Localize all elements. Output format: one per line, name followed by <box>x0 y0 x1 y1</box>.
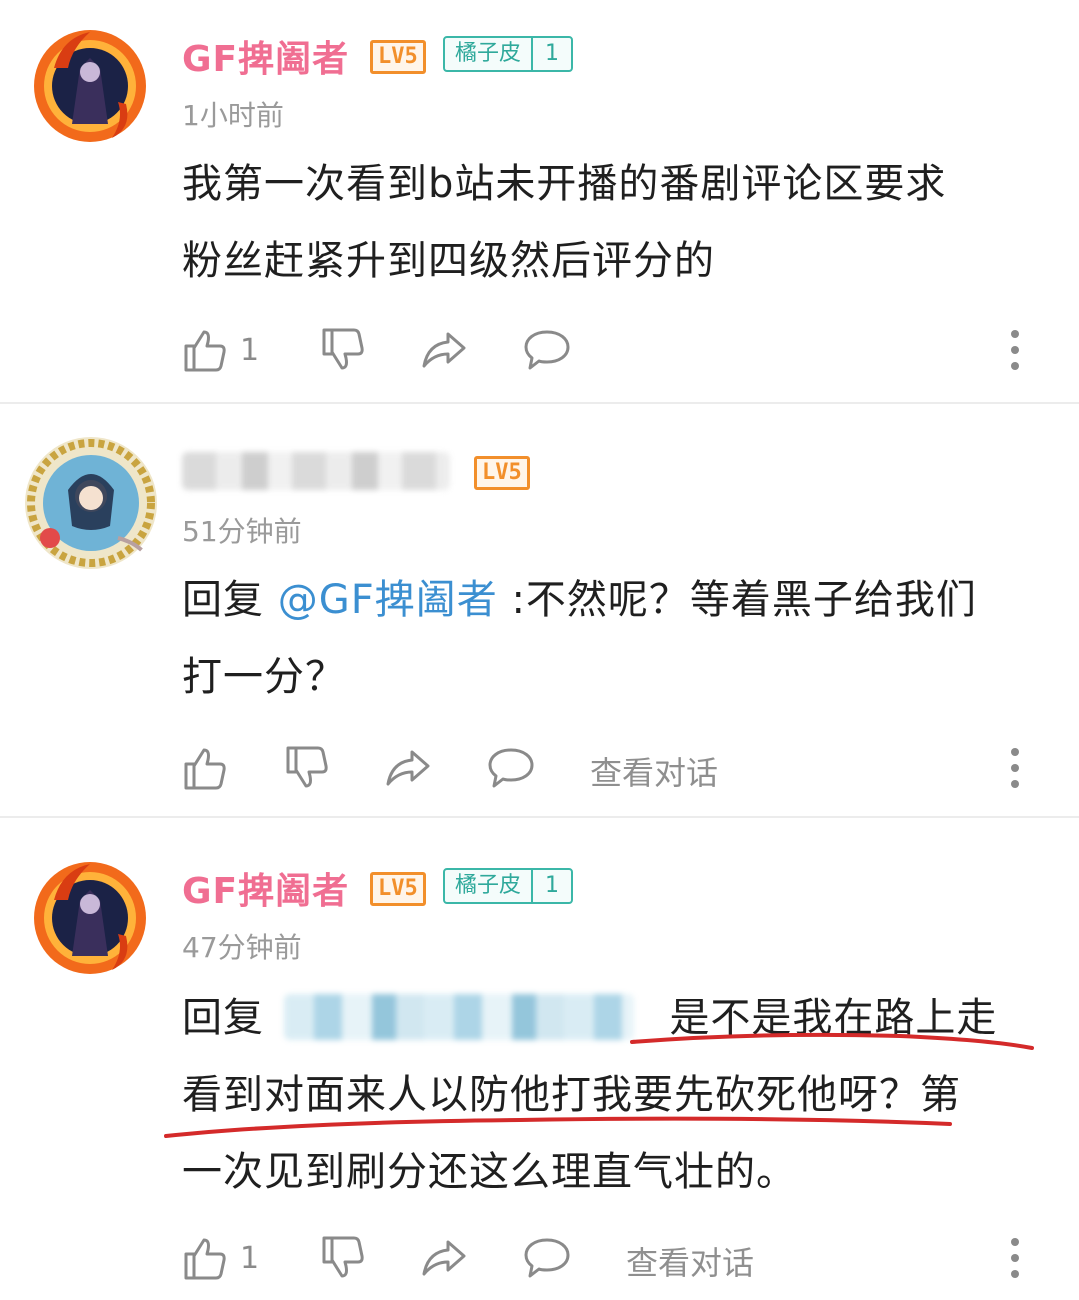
more-options-button[interactable] <box>1006 328 1024 372</box>
dislike-button[interactable] <box>282 740 330 796</box>
share-button[interactable] <box>420 1230 468 1286</box>
level-badge: LV5 <box>370 40 426 74</box>
comment-3: GF捭阖者 LV5 橘子皮 1 47分钟前 回复 是不是我在路上走 看到对面来人… <box>0 818 1079 1300</box>
mention-link[interactable]: @GF捭阖者 <box>278 577 498 623</box>
avatar[interactable] <box>22 434 160 572</box>
more-options-button[interactable] <box>1006 1236 1024 1280</box>
comment-1: GF捭阖者 LV5 橘子皮 1 1小时前 我第一次看到b站未开播的番剧评论区要求… <box>0 0 1079 402</box>
comment-actions: 查看对话 <box>180 740 1040 796</box>
comment-actions: 1 查看对话 <box>180 1230 1040 1286</box>
like-button[interactable]: 1 <box>180 1230 259 1286</box>
share-icon <box>420 326 468 374</box>
reply-bubble-icon <box>522 1234 572 1282</box>
like-button[interactable] <box>180 740 228 796</box>
thumb-up-icon <box>180 326 228 374</box>
comment-text: 我第一次看到b站未开播的番剧评论区要求 粉丝赶紧升到四级然后评分的 <box>182 146 1042 300</box>
more-vertical-icon <box>1006 330 1024 376</box>
like-button[interactable]: 1 <box>180 322 259 378</box>
thumb-down-icon <box>282 744 330 792</box>
fan-medal-name: 橘子皮 <box>455 41 522 66</box>
view-conversation-link[interactable]: 查看对话 <box>590 748 718 794</box>
reply-bubble-icon <box>486 744 536 792</box>
comment-line: 打一分？ <box>182 654 346 700</box>
thumb-up-icon <box>180 744 228 792</box>
comment-line: 粉丝赶紧升到四级然后评分的 <box>182 238 715 284</box>
reply-prefix: 回复 <box>182 577 264 623</box>
username-blurred[interactable] <box>182 452 450 490</box>
more-vertical-icon <box>1006 748 1024 794</box>
like-count: 1 <box>240 332 260 368</box>
thumb-down-icon <box>318 1234 366 1282</box>
share-icon <box>384 744 432 792</box>
like-count: 1 <box>240 1240 260 1276</box>
dislike-button[interactable] <box>318 322 366 378</box>
annotation-underline <box>164 1032 1034 1138</box>
reply-text: :不然呢？等着黑子给我们 <box>511 577 977 623</box>
share-button[interactable] <box>384 740 432 796</box>
fan-medal-level: 1 <box>531 38 571 70</box>
thumb-up-icon <box>180 1234 228 1282</box>
share-icon <box>420 1234 468 1282</box>
share-button[interactable] <box>420 322 468 378</box>
thumb-down-icon <box>318 326 366 374</box>
comment-text: 回复 @GF捭阖者 :不然呢？等着黑子给我们 打一分？ <box>182 562 1042 716</box>
timestamp: 51分钟前 <box>182 515 302 548</box>
view-conversation-link[interactable]: 查看对话 <box>626 1238 754 1284</box>
avatar[interactable] <box>32 28 148 144</box>
more-options-button[interactable] <box>1006 746 1024 790</box>
reply-bubble-icon <box>522 326 572 374</box>
timestamp: 1小时前 <box>182 99 284 132</box>
comment-line: 我第一次看到b站未开播的番剧评论区要求 <box>182 161 947 207</box>
reply-button[interactable] <box>486 740 536 796</box>
dislike-button[interactable] <box>318 1230 366 1286</box>
fan-medal-badge[interactable]: 橘子皮 1 <box>443 36 574 72</box>
comment-line: 回复 @GF捭阖者 :不然呢？等着黑子给我们 <box>182 562 1042 639</box>
reply-button[interactable] <box>522 322 572 378</box>
level-badge: LV5 <box>474 456 530 490</box>
comment-2: LV5 51分钟前 回复 @GF捭阖者 :不然呢？等着黑子给我们 打一分？ 查看… <box>0 404 1079 816</box>
username[interactable]: GF捭阖者 <box>182 30 349 82</box>
reply-button[interactable] <box>522 1230 572 1286</box>
comment-actions: 1 <box>180 322 1040 378</box>
more-vertical-icon <box>1006 1238 1024 1284</box>
